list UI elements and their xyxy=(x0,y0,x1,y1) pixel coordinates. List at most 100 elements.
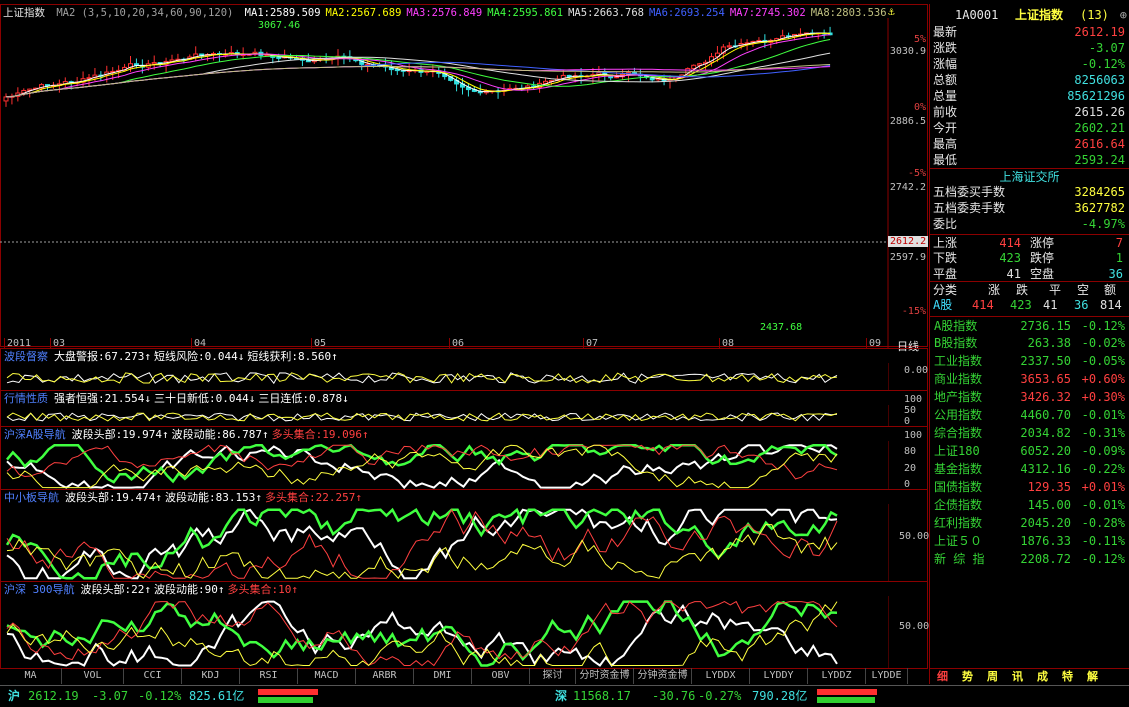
index-value: 4460.70 xyxy=(1020,408,1071,422)
indicator-name[interactable]: 行情性质 xyxy=(4,392,48,405)
quote-label: 总量 xyxy=(933,89,958,103)
quote-tab[interactable]: 周 xyxy=(980,669,1005,685)
indicator-value: 强者恒强:21.554↓ xyxy=(54,392,151,405)
quote-row: 最低 2593.24 xyxy=(930,152,1129,168)
indicator-value: 波段头部:19.974↑ xyxy=(71,428,169,441)
indicator-tab[interactable]: 探讨 xyxy=(530,668,576,684)
indicator-name[interactable]: 中小板导航 xyxy=(4,491,59,504)
price-axis-label: -15% xyxy=(901,306,926,317)
quote-value: 2616.64 xyxy=(1074,137,1125,151)
index-row[interactable]: 新 综 指 2208.72 -0.12% xyxy=(930,550,1129,568)
quote-tab[interactable]: 特 xyxy=(1055,669,1080,685)
book-value: 3627782 xyxy=(1074,201,1125,215)
sz-down-bar xyxy=(817,697,875,703)
index-row[interactable]: 商业指数 3653.65 +0.60% xyxy=(930,370,1129,388)
price-axis-label: 2597.9 xyxy=(889,252,926,263)
quote-tab[interactable]: 势 xyxy=(955,669,980,685)
indicator-plot xyxy=(6,363,889,391)
index-row[interactable]: 工业指数 2337.50 -0.05% xyxy=(930,352,1129,370)
quote-value: 2615.26 xyxy=(1074,105,1125,119)
indicator-tab[interactable]: LYDDZ xyxy=(808,668,866,684)
indicator-name[interactable]: 沪深 300导航 xyxy=(4,583,75,596)
indicator-axis-label: 20 xyxy=(904,462,917,474)
indicator-tab[interactable]: MACD xyxy=(298,668,356,684)
indicator-value: 波段动能:83.153↑ xyxy=(164,491,262,504)
breadth-value: 1 xyxy=(1115,251,1123,265)
class-row[interactable]: A股 414 423 41 36 814 xyxy=(930,297,1129,313)
indicator-value: 多头集合:19.096↑ xyxy=(271,428,369,441)
quote-label: 前收 xyxy=(933,105,958,119)
index-name: 商业指数 xyxy=(934,372,983,386)
index-name: 基金指数 xyxy=(934,462,983,476)
quote-row: 涨幅 -0.12% xyxy=(930,56,1129,72)
indicator-tab[interactable]: CCI xyxy=(124,668,182,684)
index-row[interactable]: 红利指数 2045.20 -0.28% xyxy=(930,514,1129,532)
indicator-value: 波段头部:22↑ xyxy=(80,583,152,596)
class-header: 分类 涨 跌 平 空额 xyxy=(930,281,1129,297)
indicator-tab[interactable]: MA xyxy=(0,668,62,684)
expand-icon[interactable]: ⊕ xyxy=(1120,6,1127,24)
index-row[interactable]: 公用指数 4460.70 -0.01% xyxy=(930,406,1129,424)
quote-value: 2593.24 xyxy=(1074,153,1125,167)
index-row[interactable]: B股指数 263.38 -0.02% xyxy=(930,334,1129,352)
class-header-cell: 跌 xyxy=(1016,283,1029,297)
quote-tab[interactable]: 解 xyxy=(1080,669,1105,685)
sh-change: -3.07 xyxy=(92,689,129,703)
indicator-tab[interactable]: LYDDY xyxy=(750,668,808,684)
indicator-tab[interactable]: VOL xyxy=(62,668,124,684)
breadth-label: 下跌 xyxy=(933,251,958,265)
high-label: 3067.46 xyxy=(258,20,300,31)
indicator-tab[interactable]: 分钟资金博 xyxy=(634,668,692,684)
indicator-axis-label: 50.00 xyxy=(899,531,930,542)
price-chart[interactable]: 3067.46 2437.68 xyxy=(0,18,928,348)
indicator-name[interactable]: 波段督察 xyxy=(4,350,48,363)
sh-amount: 825.61亿 xyxy=(189,689,245,703)
index-row[interactable]: 企债指数 145.00 -0.01% xyxy=(930,496,1129,514)
quote-label: 最新 xyxy=(933,25,958,39)
indicator-tab[interactable]: LYDDX xyxy=(692,668,750,684)
indicator-tab[interactable]: 分时资金博 xyxy=(576,668,634,684)
breadth-value: 36 xyxy=(1108,267,1123,281)
breadth-value: 423 xyxy=(999,251,1021,265)
index-row[interactable]: 上证180 6052.20 -0.09% xyxy=(930,442,1129,460)
indicator-tab[interactable]: OBV xyxy=(472,668,530,684)
indicator-panel: 波段督察 大盘警报:67.273↑ 短线风险:0.044↓ 短线获利:8.560↑ 0.… xyxy=(0,348,929,391)
book-label: 五档委买手数 xyxy=(933,185,1006,199)
index-row[interactable]: 综合指数 2034.82 -0.31% xyxy=(930,424,1129,442)
indicator-tab[interactable]: KDJ xyxy=(182,668,240,684)
index-row[interactable]: A股指数 2736.15 -0.12% xyxy=(930,316,1129,334)
quote-tab[interactable]: 成 xyxy=(1030,669,1055,685)
indicator-axis-label: 50 xyxy=(904,405,917,416)
settings-icon[interactable]: ⚓ xyxy=(888,5,895,18)
index-row[interactable]: 基金指数 4312.16 -0.22% xyxy=(930,460,1129,478)
index-pct: -0.28% xyxy=(1081,516,1125,530)
indicator-plot xyxy=(6,405,889,427)
indicator-name[interactable]: 沪深A股导航 xyxy=(4,428,66,441)
quote-label: 今开 xyxy=(933,121,958,135)
book-row: 五档委买手数 3284265 xyxy=(930,184,1129,200)
index-row[interactable]: 上证５０ 1876.33 -0.11% xyxy=(930,532,1129,550)
indicator-tab[interactable]: ARBR xyxy=(356,668,414,684)
stock-name: 上证指数 xyxy=(1015,8,1064,22)
current-price-tag: 2612.2 xyxy=(888,236,929,247)
quote-label: 涨幅 xyxy=(933,57,958,71)
quote-tab[interactable]: 细 xyxy=(930,669,955,685)
index-row[interactable]: 国债指数 129.35 +0.01% xyxy=(930,478,1129,496)
indicator-tab[interactable]: LYDDE xyxy=(866,668,908,684)
book-label: 五档委卖手数 xyxy=(933,201,1006,215)
quote-tab[interactable]: 讯 xyxy=(1005,669,1030,685)
indicator-line xyxy=(6,444,838,489)
indicator-axis-label: 0.00 xyxy=(904,365,929,376)
indicator-value: 多头集合:10↑ xyxy=(227,583,299,596)
index-pct: +0.60% xyxy=(1081,372,1125,386)
breadth-label: 跌停 xyxy=(1030,251,1055,265)
indicator-tab[interactable]: DMI xyxy=(414,668,472,684)
index-row[interactable]: 地产指数 3426.32 +0.30% xyxy=(930,388,1129,406)
indicator-value: 波段动能:90↑ xyxy=(154,583,225,596)
quote-value: -0.12% xyxy=(1081,57,1125,71)
quote-label: 涨跌 xyxy=(933,41,958,55)
indicator-tab[interactable]: RSI xyxy=(240,668,298,684)
quote-value: 2612.19 xyxy=(1074,25,1125,39)
quote-row: 前收 2615.26 xyxy=(930,104,1129,120)
quote-label: 最低 xyxy=(933,153,958,167)
